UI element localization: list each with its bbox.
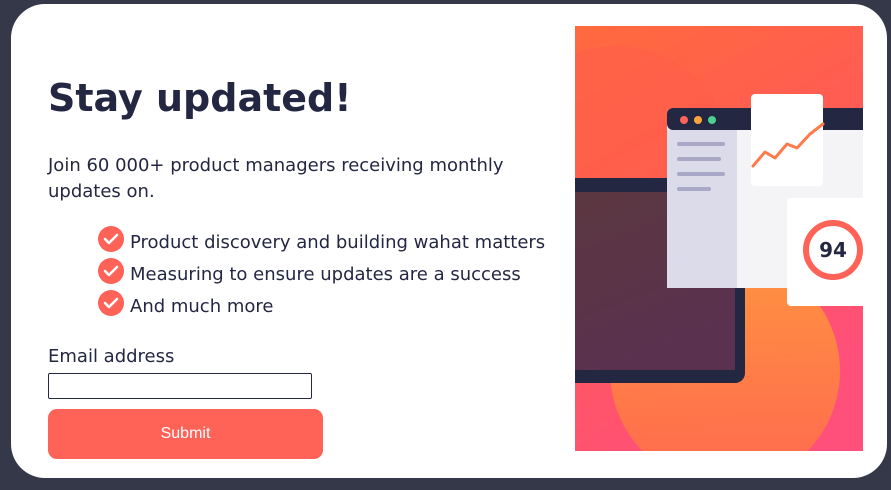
benefit-text: And much more [130, 296, 274, 317]
benefit-text: Measuring to ensure updates are a succes… [130, 264, 521, 285]
illustration-graphic: 94 [575, 26, 863, 451]
list-item: Measuring to ensure updates are a succes… [98, 258, 545, 290]
page-title: Stay updated! [48, 76, 352, 120]
submit-button[interactable]: Submit [48, 409, 323, 459]
check-icon [98, 290, 124, 316]
benefit-text: Product discovery and building wahat mat… [130, 232, 546, 253]
list-item: And much more [98, 290, 545, 322]
list-item: Product discovery and building wahat mat… [98, 226, 545, 258]
email-label: Email address [48, 346, 175, 367]
check-icon [98, 258, 124, 284]
score-text: 94 [819, 238, 847, 262]
signup-card: Stay updated! Join 60 000+ product manag… [11, 4, 887, 478]
check-icon [98, 226, 124, 252]
intro-text: Join 60 000+ product managers receiving … [48, 155, 504, 202]
email-field[interactable] [48, 373, 312, 399]
benefits-list: Product discovery and building wahat mat… [98, 226, 545, 322]
dashboard-illustration: 94 [575, 26, 863, 451]
